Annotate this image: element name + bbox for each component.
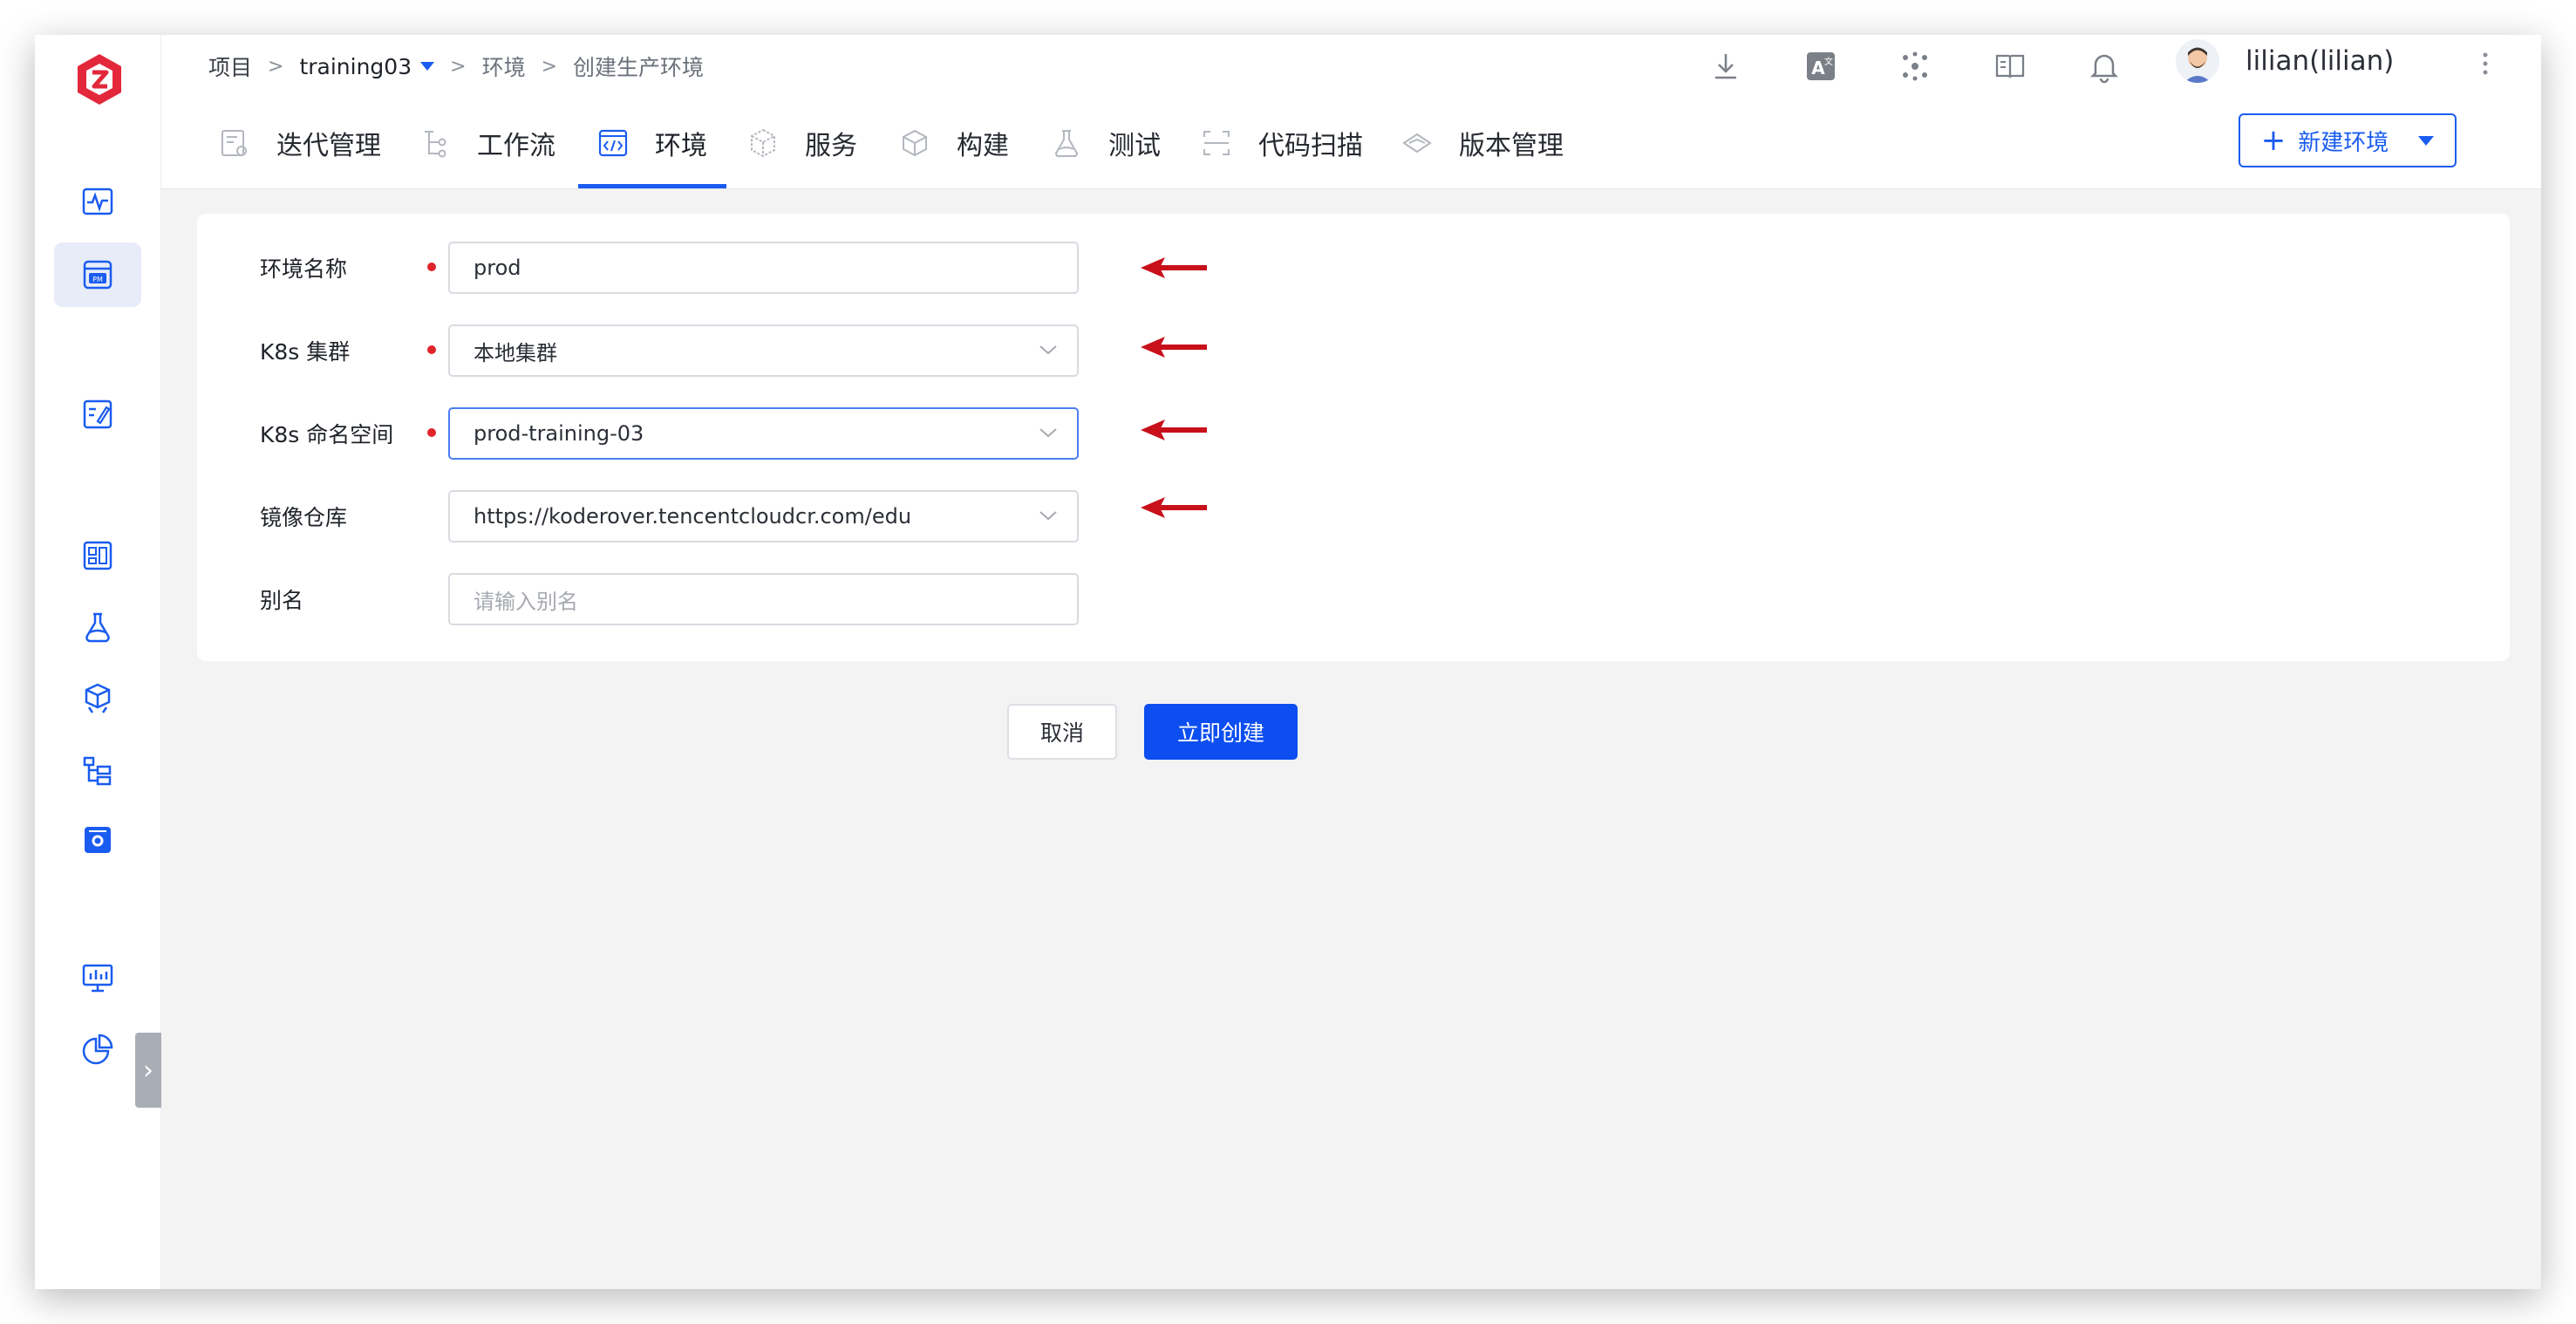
tab-environment[interactable]: 环境 <box>597 98 707 188</box>
form-row-registry: 镜像仓库 https://koderover.tencentcloudcr.co… <box>197 490 2510 543</box>
alias-placeholder: 请输入别名 <box>474 589 578 614</box>
breadcrumb-separator: > <box>268 55 284 78</box>
env-name-label: 环境名称 <box>260 256 348 282</box>
plus-icon: + <box>2260 123 2286 158</box>
pie-chart-icon[interactable] <box>54 1017 141 1082</box>
registry-select[interactable]: https://koderover.tencentcloudcr.com/edu <box>448 490 1079 543</box>
tab-workflow[interactable]: 工作流 <box>419 98 555 188</box>
form-row-env-name: 环境名称 prod <box>197 242 2510 294</box>
package-icon[interactable] <box>54 666 141 731</box>
tab-test[interactable]: 测试 <box>1051 98 1161 188</box>
breadcrumb-section[interactable]: 环境 <box>482 51 526 82</box>
tab-label: 服务 <box>805 131 857 161</box>
registry-value: https://koderover.tencentcloudcr.com/edu <box>474 504 912 529</box>
form-row-namespace: K8s 命名空间 prod-training-03 <box>197 407 2510 460</box>
namespace-select[interactable]: prod-training-03 <box>448 407 1079 460</box>
tab-label: 代码扫描 <box>1258 131 1363 161</box>
cluster-label: K8s 集群 <box>260 339 351 365</box>
svg-text:PM: PM <box>92 276 103 283</box>
annotation-arrow-icon <box>1141 337 1207 358</box>
test-flask-icon <box>1051 127 1082 159</box>
code-env-icon <box>597 127 629 159</box>
flask-icon[interactable] <box>54 595 141 659</box>
user-menu[interactable]: lilian(lilian) <box>2176 39 2394 83</box>
annotation-arrow-icon <box>1141 497 1207 518</box>
cluster-select[interactable]: 本地集群 <box>448 324 1079 377</box>
dashboard-icon[interactable] <box>54 523 141 588</box>
breadcrumb-separator: > <box>541 55 558 78</box>
active-tab-indicator <box>578 184 726 188</box>
cancel-button[interactable]: 取消 <box>1007 704 1117 760</box>
svg-text:文: 文 <box>1824 56 1833 67</box>
chevron-down-icon <box>1039 345 1057 355</box>
env-name-value: prod <box>474 256 521 280</box>
integration-icon[interactable] <box>1898 49 1932 84</box>
tab-label: 环境 <box>655 131 707 161</box>
iteration-icon <box>219 127 250 159</box>
create-environment-form: 环境名称 prod K8s 集群 本地集群 K8s 命名空间 prod-trai… <box>197 214 2510 661</box>
breadcrumb: 项目 > training03 > 环境 > 创建生产环境 <box>208 49 704 84</box>
breadcrumb-root[interactable]: 项目 <box>208 51 252 82</box>
registry-label: 镜像仓库 <box>260 505 348 530</box>
bell-icon[interactable] <box>2087 49 2122 84</box>
tab-version[interactable]: 版本管理 <box>1401 98 1564 188</box>
monitor-wave-icon[interactable] <box>54 169 141 234</box>
chevron-down-icon[interactable] <box>2418 135 2435 146</box>
tab-label: 工作流 <box>477 131 555 161</box>
breadcrumb-current-page: 创建生产环境 <box>573 55 705 80</box>
translate-icon[interactable]: A文 <box>1803 49 1838 84</box>
chevron-down-icon <box>1039 511 1057 521</box>
annotation-arrow-icon <box>1141 257 1207 278</box>
more-icon[interactable] <box>2477 49 2494 78</box>
app-window: PM › 项目 > training03 > 环境 > 创建生产环境 A 文 l… <box>35 35 2541 1289</box>
tab-build[interactable]: 构建 <box>899 98 1009 188</box>
app-logo-icon[interactable] <box>75 52 124 106</box>
chevron-down-icon <box>1039 428 1057 438</box>
required-marker <box>427 263 436 271</box>
settings-box-icon[interactable] <box>54 808 141 872</box>
annotation-arrow-icon <box>1141 420 1207 440</box>
new-environment-button[interactable]: + 新建环境 <box>2239 113 2457 167</box>
breadcrumb-separator: > <box>450 55 467 78</box>
analytics-screen-icon[interactable] <box>54 945 141 1010</box>
service-cube-icon <box>747 127 779 159</box>
alias-label: 别名 <box>260 588 304 613</box>
workflow-icon <box>419 127 451 159</box>
tab-service[interactable]: 服务 <box>747 98 857 188</box>
avatar[interactable] <box>2176 39 2219 83</box>
cluster-value: 本地集群 <box>474 340 557 365</box>
svg-text:A: A <box>1811 58 1825 78</box>
required-marker <box>427 428 436 437</box>
pm-icon[interactable]: PM <box>54 242 141 307</box>
build-box-icon <box>899 127 930 159</box>
project-dropdown-caret-icon[interactable] <box>420 62 435 71</box>
tab-label: 版本管理 <box>1459 131 1564 161</box>
alias-input[interactable]: 请输入别名 <box>448 573 1079 625</box>
tab-label: 迭代管理 <box>276 131 381 161</box>
download-icon[interactable] <box>1708 49 1743 84</box>
tab-bar: 迭代管理 工作流 环境 服务 构建 测试 代码扫描 版本管理 <box>161 98 1731 188</box>
namespace-value: prod-training-03 <box>474 421 644 446</box>
top-header: 项目 > training03 > 环境 > 创建生产环境 A文 lilian(… <box>161 35 2541 189</box>
sidebar-collapse-handle[interactable]: › <box>135 1033 161 1108</box>
form-row-alias: 别名 请输入别名 <box>197 573 2510 625</box>
new-environment-label: 新建环境 <box>2298 129 2389 156</box>
tab-label: 构建 <box>957 131 1009 161</box>
edit-doc-icon[interactable] <box>54 382 141 447</box>
scan-icon <box>1201 127 1232 159</box>
namespace-label: K8s 命名空间 <box>260 422 394 447</box>
breadcrumb-project[interactable]: training03 <box>299 54 412 79</box>
tab-label: 测试 <box>1108 131 1161 161</box>
user-name[interactable]: lilian(lilian) <box>2245 45 2394 77</box>
workflow-tree-icon[interactable] <box>54 738 141 802</box>
version-diamond-icon <box>1401 127 1433 159</box>
docs-icon[interactable] <box>1993 49 2027 84</box>
tab-code-scan[interactable]: 代码扫描 <box>1201 98 1363 188</box>
left-rail: PM › <box>35 35 161 1289</box>
form-row-cluster: K8s 集群 本地集群 <box>197 324 2510 377</box>
create-now-button[interactable]: 立即创建 <box>1144 704 1298 760</box>
env-name-input[interactable]: prod <box>448 242 1079 294</box>
tab-iteration[interactable]: 迭代管理 <box>219 98 381 188</box>
required-marker <box>427 345 436 354</box>
